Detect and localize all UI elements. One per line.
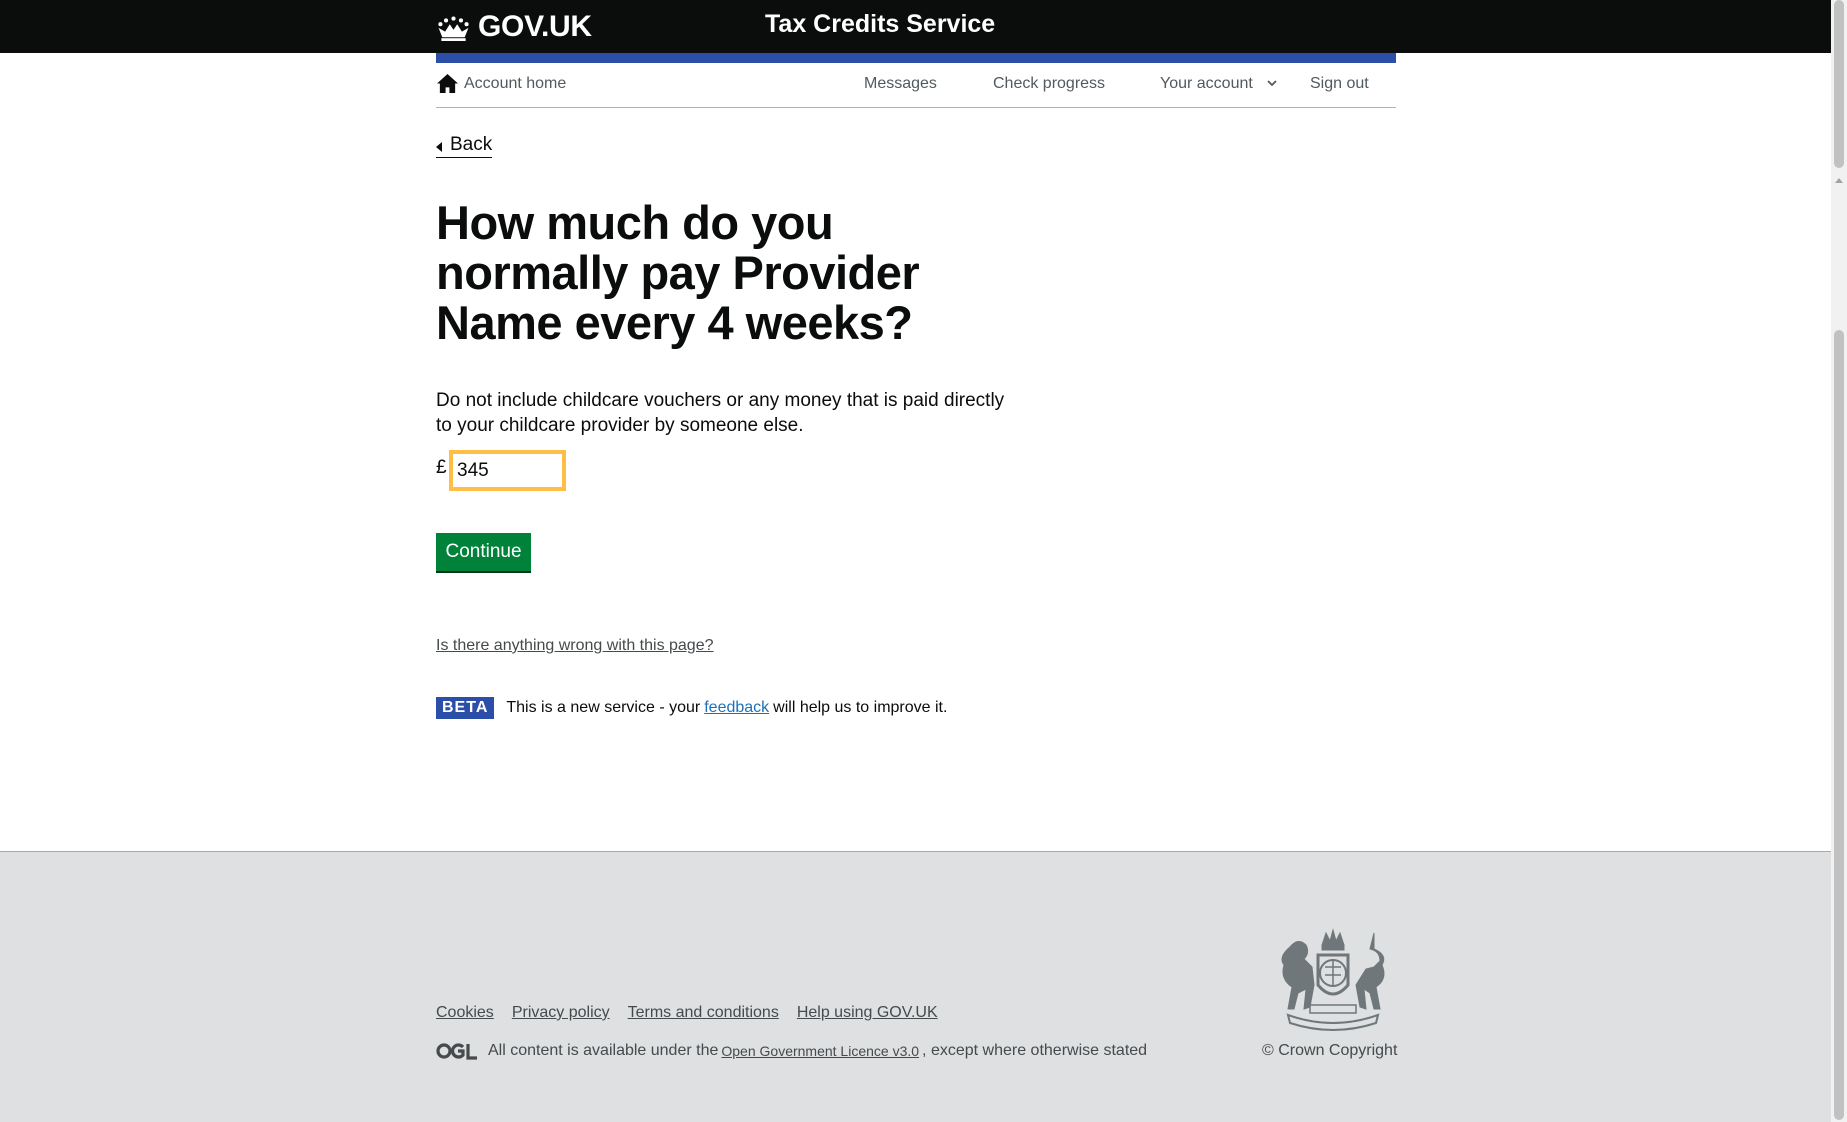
scroll-up-arrow-icon[interactable] <box>1835 178 1843 183</box>
amount-input[interactable] <box>449 450 566 491</box>
continue-button[interactable]: Continue <box>436 533 531 571</box>
hint-text: Do not include childcare vouchers or any… <box>436 390 1005 436</box>
scrollbar-thumb-upper[interactable] <box>1834 0 1844 168</box>
feedback-link[interactable]: feedback <box>704 699 769 717</box>
footer-link-cookies[interactable]: Cookies <box>436 1004 494 1022</box>
nav-account-home[interactable]: Account home <box>464 75 566 93</box>
beta-text-before: This is a new service - your <box>506 699 701 716</box>
licence-row: All content is available under the Open … <box>436 1042 1147 1060</box>
footer-link-terms[interactable]: Terms and conditions <box>628 1004 779 1022</box>
chevron-down-icon[interactable] <box>1266 78 1278 88</box>
royal-coat-of-arms-icon <box>1281 928 1385 1031</box>
crown-copyright: © Crown Copyright <box>1262 1042 1398 1059</box>
currency-symbol: £ <box>436 457 447 478</box>
beta-banner: BETA This is a new service - your feedba… <box>436 697 947 719</box>
beta-text-after: will help us to improve it. <box>773 699 948 716</box>
vertical-scrollbar[interactable] <box>1831 0 1847 1122</box>
footer-link-help[interactable]: Help using GOV.UK <box>797 1004 938 1022</box>
header-accent-bar <box>436 53 1396 63</box>
footer-link-privacy[interactable]: Privacy policy <box>512 1004 610 1022</box>
site-header: GOV.UK Tax Credits Service <box>0 0 1831 53</box>
nav-check-progress[interactable]: Check progress <box>993 75 1105 93</box>
logo-text: GOV.UK <box>478 10 592 43</box>
nav-your-account[interactable]: Your account <box>1160 75 1253 93</box>
page-title: How much do you normally pay Provider Na… <box>436 196 920 349</box>
footer-links: Cookies Privacy policy Terms and conditi… <box>436 1004 938 1022</box>
beta-tag: BETA <box>436 697 495 719</box>
service-name-link[interactable]: Tax Credits Service <box>765 10 995 39</box>
back-label: Back <box>450 134 493 155</box>
home-icon[interactable] <box>436 73 459 94</box>
site-footer: Cookies Privacy policy Terms and conditi… <box>0 851 1831 1122</box>
scrollbar-thumb[interactable] <box>1834 330 1844 1120</box>
back-arrow-icon <box>436 142 442 152</box>
account-navigation: Account home Messages Check progress You… <box>436 63 1396 108</box>
ogl-logo-icon <box>436 1043 477 1060</box>
licence-link[interactable]: Open Government Licence v3.0 <box>721 1043 919 1059</box>
back-link[interactable]: Back <box>436 134 493 158</box>
crown-icon <box>438 16 469 41</box>
govuk-logo-link[interactable]: GOV.UK <box>436 8 592 46</box>
nav-messages[interactable]: Messages <box>864 75 937 93</box>
page: GOV.UK Tax Credits Service Account home … <box>0 0 1831 1122</box>
licence-text-before: All content is available under the <box>488 1042 719 1059</box>
licence-text-after: , except where otherwise stated <box>922 1042 1148 1059</box>
report-problem-link[interactable]: Is there anything wrong with this page? <box>436 637 714 655</box>
nav-sign-out[interactable]: Sign out <box>1310 75 1369 93</box>
